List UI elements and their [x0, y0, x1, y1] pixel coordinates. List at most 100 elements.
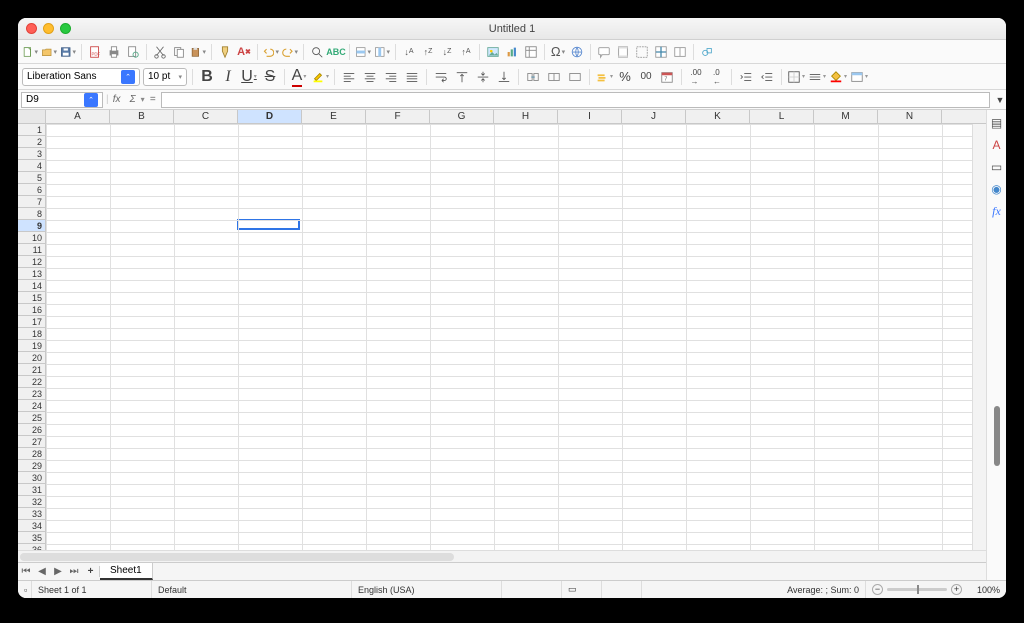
sort-desc-icon[interactable]: ↑Z — [420, 44, 436, 60]
row-header[interactable]: 3 — [18, 148, 45, 160]
column-header[interactable]: J — [622, 110, 686, 123]
paste-icon[interactable] — [190, 44, 206, 60]
status-signature[interactable] — [602, 581, 642, 598]
currency-button[interactable] — [595, 68, 613, 86]
row-header[interactable]: 11 — [18, 244, 45, 256]
align-bottom-button[interactable] — [495, 68, 513, 86]
name-box[interactable]: D9 ⌃ — [21, 92, 103, 108]
row-header[interactable]: 23 — [18, 388, 45, 400]
row-header[interactable]: 19 — [18, 340, 45, 352]
justify-button[interactable] — [403, 68, 421, 86]
define-print-area-icon[interactable] — [634, 44, 650, 60]
clear-formatting-icon[interactable]: A✖ — [236, 44, 252, 60]
row-header[interactable]: 33 — [18, 508, 45, 520]
column-header[interactable]: M — [814, 110, 878, 123]
column-header[interactable]: E — [302, 110, 366, 123]
save-document-icon[interactable] — [60, 44, 76, 60]
column-header[interactable]: I — [558, 110, 622, 123]
zoom-value[interactable]: 100% — [966, 585, 1000, 595]
sheet-tab-active[interactable]: Sheet1 — [100, 563, 153, 580]
row-header[interactable]: 34 — [18, 520, 45, 532]
clone-formatting-icon[interactable] — [217, 44, 233, 60]
date-format-button[interactable]: 7 — [658, 68, 676, 86]
cell-grid[interactable] — [46, 124, 972, 550]
row-header[interactable]: 16 — [18, 304, 45, 316]
conditional-button[interactable] — [850, 68, 868, 86]
italic-button[interactable]: I — [219, 68, 237, 86]
font-color-button[interactable]: A — [290, 68, 308, 86]
tab-nav-last-icon[interactable]: ⏭ — [66, 566, 82, 577]
horizontal-scrollbar[interactable] — [18, 550, 986, 562]
comment-icon[interactable] — [596, 44, 612, 60]
function-wizard-icon[interactable]: fx — [109, 94, 125, 105]
align-middle-button[interactable] — [474, 68, 492, 86]
tab-nav-next-icon[interactable]: ▶ — [50, 566, 66, 577]
sidebar-functions-icon[interactable]: fx — [990, 204, 1004, 218]
open-document-icon[interactable] — [41, 44, 57, 60]
zoom-out-button[interactable]: − — [872, 584, 883, 595]
row-header[interactable]: 9 — [18, 220, 45, 232]
row-header[interactable]: 30 — [18, 472, 45, 484]
sidebar-gallery-icon[interactable]: ▭ — [990, 160, 1004, 174]
sidebar-styles-icon[interactable]: A — [990, 138, 1004, 152]
tab-nav-prev-icon[interactable]: ◀ — [34, 566, 50, 577]
autofilter-icon[interactable]: ↓Z — [439, 44, 455, 60]
horizontal-scroll-thumb[interactable] — [20, 553, 454, 561]
row-header[interactable]: 18 — [18, 328, 45, 340]
insert-chart-icon[interactable] — [504, 44, 520, 60]
column-header[interactable]: D — [238, 110, 302, 123]
split-window-icon[interactable] — [672, 44, 688, 60]
column-header[interactable]: F — [366, 110, 430, 123]
row-header[interactable]: 25 — [18, 412, 45, 424]
row-header[interactable]: 10 — [18, 232, 45, 244]
status-insert-mode[interactable] — [502, 581, 562, 598]
row-header[interactable]: 2 — [18, 136, 45, 148]
copy-icon[interactable] — [171, 44, 187, 60]
column-header[interactable]: A — [46, 110, 110, 123]
align-right-button[interactable] — [382, 68, 400, 86]
row-header[interactable]: 35 — [18, 532, 45, 544]
row-header[interactable]: 29 — [18, 460, 45, 472]
row-header[interactable]: 6 — [18, 184, 45, 196]
column-header[interactable]: L — [750, 110, 814, 123]
print-preview-icon[interactable] — [125, 44, 141, 60]
export-pdf-icon[interactable]: PDF — [87, 44, 103, 60]
row-header[interactable]: 31 — [18, 484, 45, 496]
print-icon[interactable] — [106, 44, 122, 60]
row-header[interactable]: 26 — [18, 424, 45, 436]
column-icon[interactable] — [374, 44, 390, 60]
headers-footers-icon[interactable] — [615, 44, 631, 60]
vertical-scrollbar[interactable] — [972, 124, 986, 550]
new-document-icon[interactable] — [22, 44, 38, 60]
undo-icon[interactable] — [263, 44, 279, 60]
column-header[interactable]: K — [686, 110, 750, 123]
status-aggregate[interactable]: Average: ; Sum: 0 — [642, 581, 866, 598]
column-header[interactable]: B — [110, 110, 174, 123]
row-header[interactable]: 17 — [18, 316, 45, 328]
row-icon[interactable] — [355, 44, 371, 60]
formula-equals-icon[interactable]: = — [145, 94, 161, 105]
save-status-icon[interactable]: ▫ — [18, 581, 32, 598]
row-header[interactable]: 28 — [18, 448, 45, 460]
cut-icon[interactable] — [152, 44, 168, 60]
status-style[interactable]: Default — [152, 581, 352, 598]
select-all-corner[interactable] — [18, 110, 46, 123]
bold-button[interactable]: B — [198, 68, 216, 86]
find-replace-icon[interactable] — [309, 44, 325, 60]
highlight-color-button[interactable] — [311, 68, 329, 86]
row-header[interactable]: 4 — [18, 160, 45, 172]
special-char-icon[interactable]: Ω — [550, 44, 566, 60]
tab-nav-first-icon[interactable]: ⏮ — [18, 566, 34, 577]
font-size-dropdown-icon[interactable]: ▾ — [178, 73, 182, 81]
row-header[interactable]: 22 — [18, 376, 45, 388]
strikethrough-button[interactable]: S — [261, 68, 279, 86]
row-header[interactable]: 14 — [18, 280, 45, 292]
underline-button[interactable]: U — [240, 68, 258, 86]
row-header[interactable]: 8 — [18, 208, 45, 220]
border-style-button[interactable] — [808, 68, 826, 86]
increase-indent-button[interactable] — [737, 68, 755, 86]
formula-input[interactable] — [161, 92, 990, 108]
name-box-dropdown-icon[interactable]: ⌃ — [84, 93, 98, 107]
row-header[interactable]: 21 — [18, 364, 45, 376]
background-color-button[interactable] — [829, 68, 847, 86]
